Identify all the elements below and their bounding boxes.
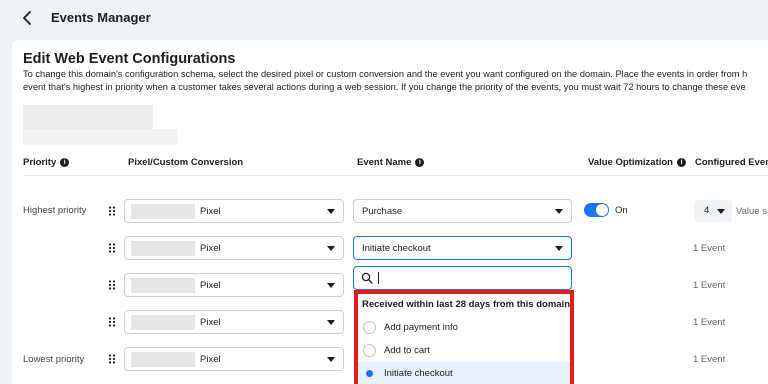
chevron-down-icon [327,357,335,362]
event-option[interactable]: Add payment info [358,316,570,339]
configured-events-value: 4 [704,205,710,216]
column-header-label: Event Name [357,157,412,168]
description-line: To change this domain's configuration sc… [23,69,748,79]
pixel-select[interactable]: Pixel [124,236,344,260]
redacted-domain-sub [23,129,178,145]
pixel-select-label: Pixel [200,317,221,328]
pixel-select[interactable]: Pixel [124,273,344,297]
value-sets-label: Value s [736,206,767,217]
pixel-select-label: Pixel [200,354,221,365]
drag-handle-icon[interactable] [108,317,116,327]
chevron-down-icon [327,209,335,214]
event-select-label: Initiate checkout [362,243,431,254]
chevron-down-icon [327,320,335,325]
info-icon[interactable]: i [677,158,686,167]
pixel-select-label: Pixel [200,280,221,291]
priority-label: Highest priority [23,205,87,216]
event-search-input[interactable] [381,269,566,286]
radio-icon [363,344,376,357]
chevron-down-icon [555,209,563,214]
column-header-label: Priority [23,157,57,168]
event-option[interactable]: Add to cart [358,339,570,362]
event-select-label: Purchase [362,206,403,217]
info-icon[interactable]: i [415,158,425,167]
radio-icon [363,321,376,334]
drag-handle-icon[interactable] [108,354,116,364]
toggle-knob [596,204,608,216]
redacted-pixel-name [131,204,195,219]
configured-events-count: 1 Event [693,280,726,291]
value-optimization-toggle[interactable] [584,203,609,217]
configured-events-select[interactable]: 4 [694,200,732,222]
redacted-pixel-name [131,352,195,367]
configured-events-count: 1 Event [693,354,726,365]
info-icon[interactable]: i [60,158,70,167]
column-header-priority: Priority i [23,157,70,168]
redacted-domain [23,105,153,129]
column-header-value-optimization: Value Optimization i [588,157,686,168]
event-search[interactable] [353,266,572,290]
event-option-label: Initiate checkout [384,368,453,379]
configured-events-count: 1 Event [693,317,726,328]
column-header-pixel: Pixel/Custom Conversion [128,157,243,168]
redacted-pixel-name [131,241,195,256]
drag-handle-icon[interactable] [108,206,116,216]
redacted-pixel-name [131,315,195,330]
priority-label: Lowest priority [23,354,85,365]
column-header-label: Pixel/Custom Conversion [128,157,244,168]
description-line: event that's highest in priority when a … [23,82,746,92]
dropdown-section-header: Received within last 28 days from this d… [362,299,571,310]
pixel-select-label: Pixel [200,206,221,217]
chevron-down-icon [555,246,563,251]
event-select[interactable]: Initiate checkout [353,236,572,260]
pixel-select[interactable]: Pixel [124,310,344,334]
chevron-down-icon [327,246,335,251]
event-dropdown-list: Received within last 28 days from this d… [354,290,574,384]
search-icon [361,272,373,284]
event-option-selected[interactable]: Initiate checkout [358,362,570,384]
value-optimization-label: On [615,205,628,216]
drag-handle-icon[interactable] [108,280,116,290]
chevron-down-icon [327,283,335,288]
pixel-select-label: Pixel [200,243,221,254]
configured-events-count: 1 Event [693,243,726,254]
event-select[interactable]: Purchase [353,199,572,223]
column-header-configured-events: Configured Event [695,157,768,168]
event-option-label: Add payment info [384,322,458,333]
header-divider [23,175,768,176]
redacted-pixel-name [131,278,195,293]
column-header-label: Configured Event [695,157,768,168]
column-header-event-name: Event Name i [357,157,425,168]
top-bar: Events Manager [0,0,768,38]
pixel-select[interactable]: Pixel [124,347,344,371]
page-title: Edit Web Event Configurations [23,51,236,67]
description: To change this domain's configuration sc… [23,68,768,94]
back-arrow-icon[interactable] [20,9,36,27]
drag-handle-icon[interactable] [108,243,116,253]
event-option-label: Add to cart [384,345,430,356]
app-title: Events Manager [51,10,151,25]
chevron-down-icon [717,209,725,214]
radio-selected-icon [363,367,376,380]
pixel-select[interactable]: Pixel [124,199,344,223]
event-config-card: Edit Web Event Configurations To change … [12,40,768,384]
text-cursor [378,272,379,284]
column-header-label: Value Optimization [588,157,673,168]
